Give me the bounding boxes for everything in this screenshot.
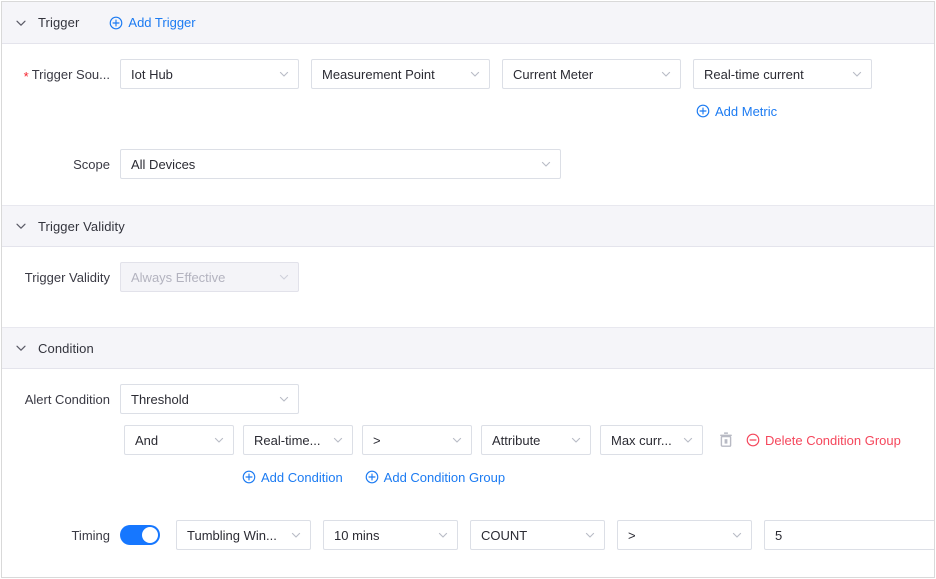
add-condition-group-button[interactable]: Add Condition Group xyxy=(365,470,505,485)
chevron-down-icon xyxy=(584,529,596,541)
section-header-trigger[interactable]: Trigger Add Trigger xyxy=(2,2,934,44)
trigger-source-metric-value: Real-time current xyxy=(704,67,843,82)
scope-row: Scope All Devices xyxy=(2,149,934,179)
add-metric-row: Add Metric xyxy=(2,101,934,121)
chevron-down-icon[interactable] xyxy=(14,219,28,233)
trigger-source-type-select[interactable]: Iot Hub xyxy=(120,59,299,89)
trigger-source-row: *Trigger Sou... Iot Hub Measurement Poin… xyxy=(2,59,934,89)
timing-window-size-select[interactable]: 10 mins xyxy=(323,520,458,550)
condition-operator-select[interactable]: > xyxy=(362,425,472,455)
scope-label: Scope xyxy=(2,157,120,172)
section-title-trigger: Trigger xyxy=(38,15,79,30)
condition-operator-value: > xyxy=(373,433,443,448)
add-condition-group-label: Add Condition Group xyxy=(384,470,505,485)
condition-field-type-value: Attribute xyxy=(492,433,562,448)
section-title-trigger-validity: Trigger Validity xyxy=(38,219,125,234)
timing-label: Timing xyxy=(2,528,120,543)
timing-window-type-select[interactable]: Tumbling Win... xyxy=(176,520,311,550)
section-header-trigger-validity[interactable]: Trigger Validity xyxy=(2,205,934,247)
alert-rule-form: Trigger Add Trigger *Trigger Sou... Iot … xyxy=(1,1,935,578)
alert-condition-label: Alert Condition xyxy=(2,392,120,407)
trigger-source-device-value: Current Meter xyxy=(513,67,652,82)
condition-attribute-select[interactable]: Max curr... xyxy=(600,425,703,455)
chevron-down-icon xyxy=(213,434,225,446)
add-metric-button[interactable]: Add Metric xyxy=(696,104,777,119)
timing-row: Timing Tumbling Win... 10 mins COUNT > 5 xyxy=(2,520,934,550)
timing-window-type-value: Tumbling Win... xyxy=(187,528,282,543)
chevron-down-icon xyxy=(451,434,463,446)
plus-circle-icon xyxy=(696,104,710,118)
plus-circle-icon xyxy=(365,470,379,484)
condition-logic-select[interactable]: And xyxy=(124,425,234,455)
trigger-source-label: *Trigger Sou... xyxy=(2,67,120,82)
trigger-source-measurement-value: Measurement Point xyxy=(322,67,461,82)
add-condition-row: Add Condition Add Condition Group xyxy=(2,467,934,487)
add-trigger-label: Add Trigger xyxy=(128,15,195,30)
condition-metric-value: Real-time... xyxy=(254,433,324,448)
trigger-source-measurement-select[interactable]: Measurement Point xyxy=(311,59,490,89)
trigger-validity-value: Always Effective xyxy=(131,270,270,285)
condition-metric-select[interactable]: Real-time... xyxy=(243,425,353,455)
trigger-validity-select[interactable]: Always Effective xyxy=(120,262,299,292)
timing-toggle-knob xyxy=(142,527,158,543)
trigger-source-metric-select[interactable]: Real-time current xyxy=(693,59,872,89)
scope-value: All Devices xyxy=(131,157,532,172)
chevron-down-icon xyxy=(540,158,552,170)
add-trigger-button[interactable]: Add Trigger xyxy=(109,15,195,30)
chevron-down-icon[interactable] xyxy=(14,16,28,30)
required-asterisk: * xyxy=(24,69,29,84)
add-condition-button[interactable]: Add Condition xyxy=(242,470,343,485)
timing-window-size-value: 10 mins xyxy=(334,528,429,543)
timing-aggregate-value: COUNT xyxy=(481,528,576,543)
chevron-down-icon xyxy=(278,68,290,80)
add-metric-label: Add Metric xyxy=(715,104,777,119)
plus-circle-icon xyxy=(242,470,256,484)
plus-circle-icon xyxy=(109,16,123,30)
trigger-source-type-value: Iot Hub xyxy=(131,67,270,82)
trigger-source-device-select[interactable]: Current Meter xyxy=(502,59,681,89)
chevron-down-icon xyxy=(290,529,302,541)
trigger-validity-label: Trigger Validity xyxy=(2,270,120,285)
chevron-down-icon xyxy=(437,529,449,541)
condition-group-row: And Real-time... > Attribute Max curr... xyxy=(2,425,934,455)
chevron-down-icon xyxy=(469,68,481,80)
delete-condition-group-label: Delete Condition Group xyxy=(765,433,901,448)
chevron-down-icon xyxy=(682,434,694,446)
condition-logic-value: And xyxy=(135,433,205,448)
alert-condition-row: Alert Condition Threshold xyxy=(2,384,934,414)
timing-toggle[interactable] xyxy=(120,525,160,545)
chevron-down-icon xyxy=(332,434,344,446)
timing-aggregate-select[interactable]: COUNT xyxy=(470,520,605,550)
chevron-down-icon[interactable] xyxy=(14,341,28,355)
section-header-condition[interactable]: Condition xyxy=(2,327,934,369)
chevron-down-icon xyxy=(851,68,863,80)
trash-icon[interactable] xyxy=(718,431,734,449)
add-condition-label: Add Condition xyxy=(261,470,343,485)
alert-condition-select[interactable]: Threshold xyxy=(120,384,299,414)
timing-operator-value: > xyxy=(628,528,723,543)
scope-select[interactable]: All Devices xyxy=(120,149,561,179)
trigger-validity-row: Trigger Validity Always Effective xyxy=(2,262,934,292)
condition-attribute-value: Max curr... xyxy=(611,433,674,448)
timing-threshold-input[interactable]: 5 xyxy=(764,520,935,550)
chevron-down-icon xyxy=(660,68,672,80)
chevron-down-icon xyxy=(731,529,743,541)
condition-field-type-select[interactable]: Attribute xyxy=(481,425,591,455)
section-title-condition: Condition xyxy=(38,341,94,356)
chevron-down-icon xyxy=(278,393,290,405)
minus-circle-icon xyxy=(746,433,760,447)
chevron-down-icon xyxy=(570,434,582,446)
alert-condition-value: Threshold xyxy=(131,392,270,407)
timing-operator-select[interactable]: > xyxy=(617,520,752,550)
chevron-down-icon xyxy=(278,271,290,283)
delete-condition-group-button[interactable]: Delete Condition Group xyxy=(746,433,901,448)
